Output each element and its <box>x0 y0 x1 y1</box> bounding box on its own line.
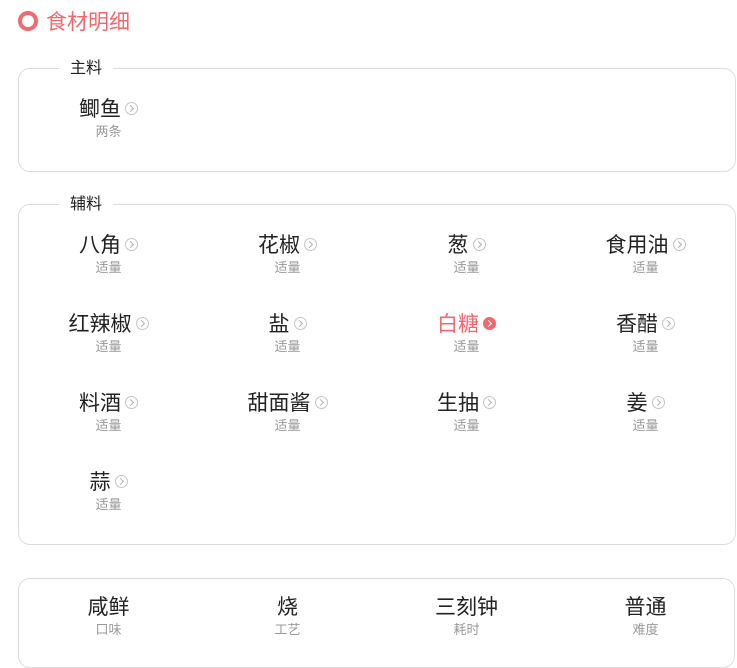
summary-item-difficulty: 普通 难度 <box>556 591 735 639</box>
main-ingredients-box: 主料 鲫鱼 两条 <box>18 58 736 172</box>
section-header: 食材明细 <box>18 6 130 36</box>
ingredient-name[interactable]: 白糖 <box>437 308 479 338</box>
circle-icon <box>18 11 38 31</box>
aux-ingredients-box: 辅料 八角 适量 花椒 适量 葱 适量 食用油 适量 红辣椒 适量 盐 适量 白… <box>18 194 736 545</box>
ingredient-item[interactable]: 姜 适量 <box>556 387 735 435</box>
ingredient-quantity: 适量 <box>95 340 122 355</box>
ingredient-item[interactable]: 八角 适量 <box>19 229 198 277</box>
chevron-right-icon[interactable] <box>125 101 138 115</box>
ingredient-quantity: 适量 <box>95 261 122 276</box>
ingredient-name[interactable]: 鲫鱼 <box>79 93 121 123</box>
ingredient-item-highlighted[interactable]: 白糖 适量 <box>377 308 556 356</box>
ingredient-item[interactable]: 花椒 适量 <box>198 229 377 277</box>
chevron-right-icon[interactable] <box>483 395 496 409</box>
summary-item-time: 三刻钟 耗时 <box>377 591 556 639</box>
ingredient-quantity: 适量 <box>274 340 301 355</box>
ingredient-item[interactable]: 蒜 适量 <box>19 466 198 514</box>
ingredient-name[interactable]: 甜面酱 <box>248 387 311 417</box>
section-title: 食材明细 <box>46 10 130 34</box>
chevron-right-icon[interactable] <box>314 395 328 409</box>
chevron-right-icon[interactable] <box>672 237 686 251</box>
main-ingredients-legend: 主料 <box>59 58 114 78</box>
summary-label: 口味 <box>95 623 122 638</box>
ingredient-name[interactable]: 蒜 <box>90 466 111 496</box>
ingredient-quantity: 两条 <box>95 125 122 140</box>
summary-item-technique: 烧 工艺 <box>198 591 377 639</box>
ingredient-name[interactable]: 葱 <box>448 229 469 259</box>
ingredient-quantity: 适量 <box>632 340 659 355</box>
ingredient-item[interactable]: 葱 适量 <box>377 229 556 277</box>
ingredient-name[interactable]: 花椒 <box>258 229 300 259</box>
ingredient-name[interactable]: 香醋 <box>616 308 658 338</box>
ingredient-quantity: 适量 <box>453 419 480 434</box>
chevron-right-icon[interactable] <box>304 237 317 251</box>
summary-value: 普通 <box>624 595 667 619</box>
ingredient-item[interactable]: 料酒 适量 <box>19 387 198 435</box>
ingredient-item[interactable]: 生抽 适量 <box>377 387 556 435</box>
ingredient-item[interactable]: 食用油 适量 <box>556 229 735 277</box>
chevron-right-icon[interactable] <box>662 316 675 330</box>
recipe-summary-box: 咸鲜 口味 烧 工艺 三刻钟 耗时 普通 难度 <box>18 578 735 668</box>
summary-item-taste: 咸鲜 口味 <box>19 591 198 639</box>
summary-label: 耗时 <box>453 623 480 638</box>
chevron-right-icon[interactable] <box>125 237 138 251</box>
ingredient-name[interactable]: 料酒 <box>79 387 121 417</box>
ingredient-item[interactable]: 红辣椒 适量 <box>19 308 198 356</box>
chevron-right-icon[interactable] <box>135 316 149 330</box>
ingredient-quantity: 适量 <box>95 498 122 513</box>
ingredient-quantity: 适量 <box>632 419 659 434</box>
ingredient-name[interactable]: 食用油 <box>606 229 669 259</box>
chevron-right-icon[interactable] <box>114 474 128 488</box>
summary-value: 三刻钟 <box>435 595 498 619</box>
ingredient-name[interactable]: 姜 <box>627 387 648 417</box>
aux-ingredients-legend: 辅料 <box>59 194 114 214</box>
chevron-right-icon[interactable] <box>651 395 665 409</box>
ingredient-quantity: 适量 <box>95 419 122 434</box>
summary-label: 难度 <box>632 623 659 638</box>
ingredient-quantity: 适量 <box>453 261 480 276</box>
ingredient-name[interactable]: 盐 <box>269 308 290 338</box>
ingredient-name[interactable]: 八角 <box>79 229 121 259</box>
ingredient-item[interactable]: 鲫鱼 两条 <box>19 93 198 141</box>
summary-label: 工艺 <box>274 623 301 638</box>
summary-value: 咸鲜 <box>87 595 130 619</box>
ingredient-name[interactable]: 生抽 <box>437 387 479 417</box>
ingredient-item[interactable]: 盐 适量 <box>198 308 377 356</box>
ingredient-quantity: 适量 <box>453 340 480 355</box>
ingredient-item[interactable]: 甜面酱 适量 <box>198 387 377 435</box>
ingredient-name[interactable]: 红辣椒 <box>69 308 132 338</box>
ingredient-quantity: 适量 <box>632 261 659 276</box>
summary-value: 烧 <box>277 595 298 619</box>
ingredient-quantity: 适量 <box>274 261 301 276</box>
ingredient-quantity: 适量 <box>274 419 301 434</box>
chevron-right-icon[interactable] <box>472 237 486 251</box>
chevron-right-icon[interactable] <box>125 395 138 409</box>
chevron-right-icon[interactable] <box>293 316 307 330</box>
ingredient-item[interactable]: 香醋 适量 <box>556 308 735 356</box>
chevron-right-icon[interactable] <box>483 316 496 330</box>
